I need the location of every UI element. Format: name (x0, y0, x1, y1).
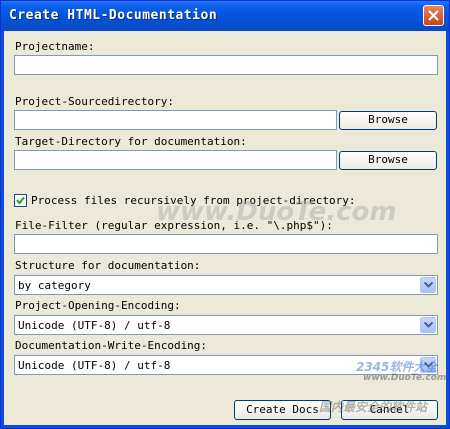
projectname-label: Projectname: (15, 40, 95, 53)
target-directory-input[interactable] (14, 150, 337, 170)
dialog-window: Create HTML-Documentation Projectname: P… (0, 0, 450, 429)
source-directory-input[interactable] (14, 110, 337, 130)
structure-dropdown-button[interactable] (420, 277, 436, 293)
structure-selected-value: by category (18, 279, 91, 292)
target-browse-button[interactable]: Browse (339, 151, 437, 170)
checkmark-icon (16, 196, 25, 205)
structure-select[interactable]: by category (14, 275, 438, 295)
opening-encoding-select[interactable]: Unicode (UTF-8) / utf-8 (14, 315, 438, 335)
cancel-button[interactable]: Cancel (341, 400, 438, 420)
file-filter-input[interactable] (14, 234, 438, 254)
close-button[interactable] (423, 5, 444, 26)
close-icon (428, 10, 439, 21)
write-encoding-label: Documentation-Write-Encoding: (15, 339, 208, 352)
target-directory-label: Target-Directory for documentation: (15, 135, 247, 148)
source-directory-label: Project-Sourcedirectory: (15, 95, 174, 108)
chevron-down-icon (424, 322, 433, 328)
structure-label: Structure for documentation: (15, 259, 201, 272)
file-filter-label: File-Filter (regular expression, i.e. "\… (15, 219, 333, 232)
recursive-label[interactable]: Process files recursively from project-d… (31, 194, 356, 207)
window-title: Create HTML-Documentation (9, 8, 218, 23)
write-encoding-dropdown-button[interactable] (420, 357, 436, 373)
window-frame-bottom (1, 425, 449, 428)
write-encoding-value: Unicode (UTF-8) / utf-8 (18, 359, 171, 372)
chevron-down-icon (424, 362, 433, 368)
window-frame-left (1, 31, 4, 428)
write-encoding-select[interactable]: Unicode (UTF-8) / utf-8 (14, 355, 438, 375)
opening-encoding-label: Project-Opening-Encoding: (15, 299, 181, 312)
recursive-checkbox[interactable] (14, 194, 27, 207)
window-frame-right (446, 31, 449, 428)
opening-encoding-dropdown-button[interactable] (420, 317, 436, 333)
projectname-input[interactable] (14, 55, 438, 75)
create-docs-button[interactable]: Create Docs (234, 400, 331, 420)
title-bar[interactable]: Create HTML-Documentation (1, 1, 449, 31)
opening-encoding-value: Unicode (UTF-8) / utf-8 (18, 319, 171, 332)
chevron-down-icon (424, 282, 433, 288)
source-browse-button[interactable]: Browse (339, 111, 437, 130)
